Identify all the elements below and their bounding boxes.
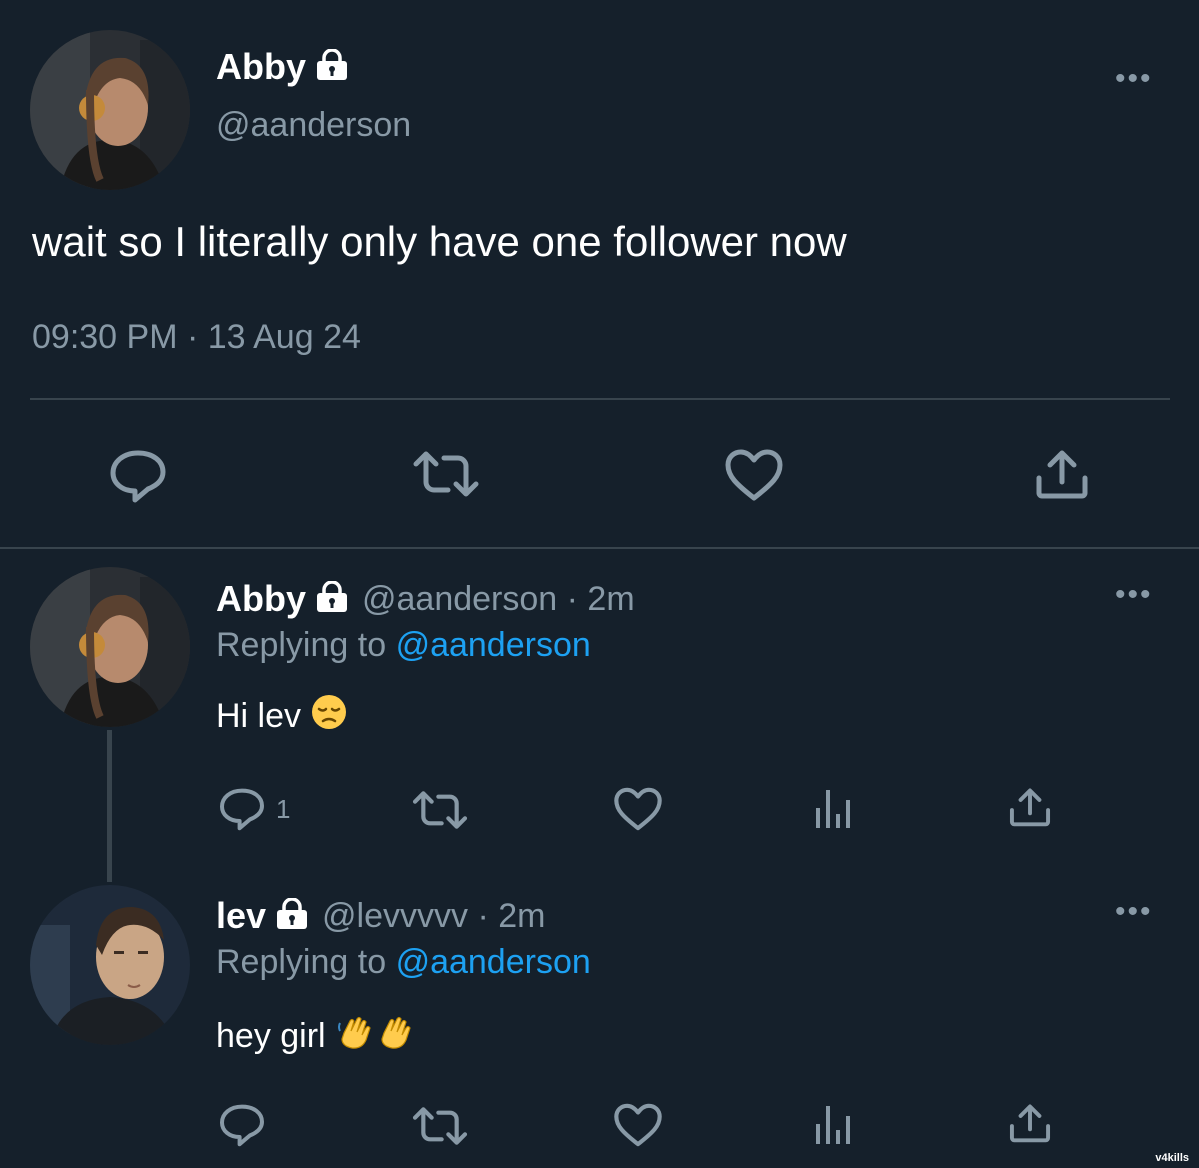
lock-icon: [274, 896, 310, 935]
analytics-icon[interactable]: [814, 1102, 854, 1146]
more-options-icon[interactable]: •••: [1115, 897, 1153, 927]
retweet-icon[interactable]: [410, 448, 482, 500]
reply-action[interactable]: 1: [218, 786, 290, 832]
retweet-icon[interactable]: [410, 1104, 470, 1148]
replying-to: Replying to @aanderson: [216, 626, 591, 665]
reply-icon[interactable]: [108, 448, 168, 504]
tweet-text: wait so I literally only have one follow…: [32, 218, 847, 265]
more-options-icon[interactable]: •••: [1115, 64, 1153, 94]
tweet-text: hey girl: [216, 1017, 326, 1055]
replying-to: Replying to @aanderson: [216, 943, 591, 982]
more-options-icon[interactable]: •••: [1115, 580, 1153, 610]
lock-icon: [314, 579, 350, 618]
divider: [30, 398, 1170, 400]
avatar[interactable]: [30, 567, 190, 727]
replying-to-link[interactable]: @aanderson: [396, 626, 591, 664]
waving-hand-emoji: [336, 1013, 412, 1060]
like-icon[interactable]: [613, 1102, 663, 1148]
section-divider: [0, 547, 1199, 549]
tweet-text: Hi lev: [216, 697, 302, 735]
display-name[interactable]: Abby: [216, 46, 306, 88]
replying-prefix: Replying to: [216, 943, 387, 981]
reply-count: 1: [276, 793, 291, 824]
like-icon[interactable]: [613, 786, 663, 832]
analytics-icon[interactable]: [814, 786, 854, 830]
replying-prefix: Replying to: [216, 626, 387, 664]
thread-line: [107, 730, 112, 882]
handle[interactable]: @aanderson: [216, 106, 411, 145]
display-name[interactable]: Abby: [216, 578, 306, 620]
replying-to-link[interactable]: @aanderson: [396, 943, 591, 981]
reply-icon[interactable]: [218, 1102, 266, 1148]
reply-icon[interactable]: [218, 786, 266, 832]
share-icon[interactable]: [1034, 448, 1090, 500]
lock-icon: [314, 47, 350, 86]
retweet-icon[interactable]: [410, 788, 470, 832]
pensive-face-emoji: [311, 694, 347, 739]
avatar[interactable]: [30, 30, 190, 190]
like-icon[interactable]: [724, 448, 784, 502]
share-icon[interactable]: [1008, 1102, 1052, 1144]
watermark: v4kills: [1155, 1152, 1189, 1164]
handle-time[interactable]: @aanderson · 2m: [362, 580, 635, 619]
avatar[interactable]: [30, 885, 190, 1045]
tweet-timestamp[interactable]: 09:30 PM · 13 Aug 24: [32, 318, 361, 357]
display-name[interactable]: lev: [216, 895, 266, 937]
handle-time[interactable]: @levvvvv · 2m: [322, 897, 545, 936]
share-icon[interactable]: [1008, 786, 1052, 828]
